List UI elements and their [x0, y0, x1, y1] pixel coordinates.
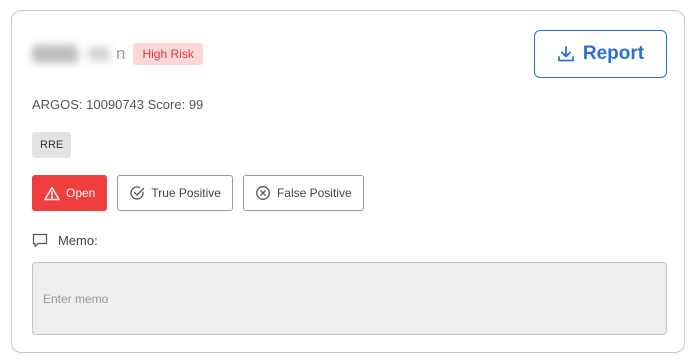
- open-button-label: Open: [66, 186, 96, 200]
- true-positive-button[interactable]: True Positive: [117, 175, 233, 211]
- false-positive-label: False Positive: [276, 186, 352, 200]
- redacted-name-blur-2: [88, 47, 110, 61]
- x-circle-icon: [255, 185, 271, 201]
- comment-icon: [32, 233, 48, 248]
- download-icon: [557, 45, 575, 63]
- memo-input[interactable]: [32, 262, 667, 335]
- open-button[interactable]: Open: [32, 175, 108, 211]
- false-positive-button[interactable]: False Positive: [242, 175, 364, 211]
- report-button[interactable]: Report: [534, 30, 667, 78]
- risk-badge: High Risk: [133, 43, 203, 65]
- redacted-name-blur: [32, 45, 78, 63]
- memo-header: Memo:: [32, 233, 98, 248]
- alert-card: n High Risk Report ARGOS: 10090743 Score…: [11, 10, 685, 353]
- report-button-label: Report: [582, 43, 645, 64]
- tag-badge: RRE: [32, 132, 72, 158]
- redacted-name: n: [32, 44, 125, 64]
- warning-icon: [44, 186, 60, 201]
- status-actions: Open True Positive False Positive: [32, 175, 364, 211]
- alert-meta: ARGOS: 10090743 Score: 99: [32, 97, 204, 112]
- true-positive-label: True Positive: [151, 186, 221, 200]
- alert-header: n High Risk: [32, 41, 203, 67]
- name-fragment: n: [116, 44, 126, 63]
- memo-label: Memo:: [58, 233, 98, 248]
- check-circle-icon: [129, 185, 145, 201]
